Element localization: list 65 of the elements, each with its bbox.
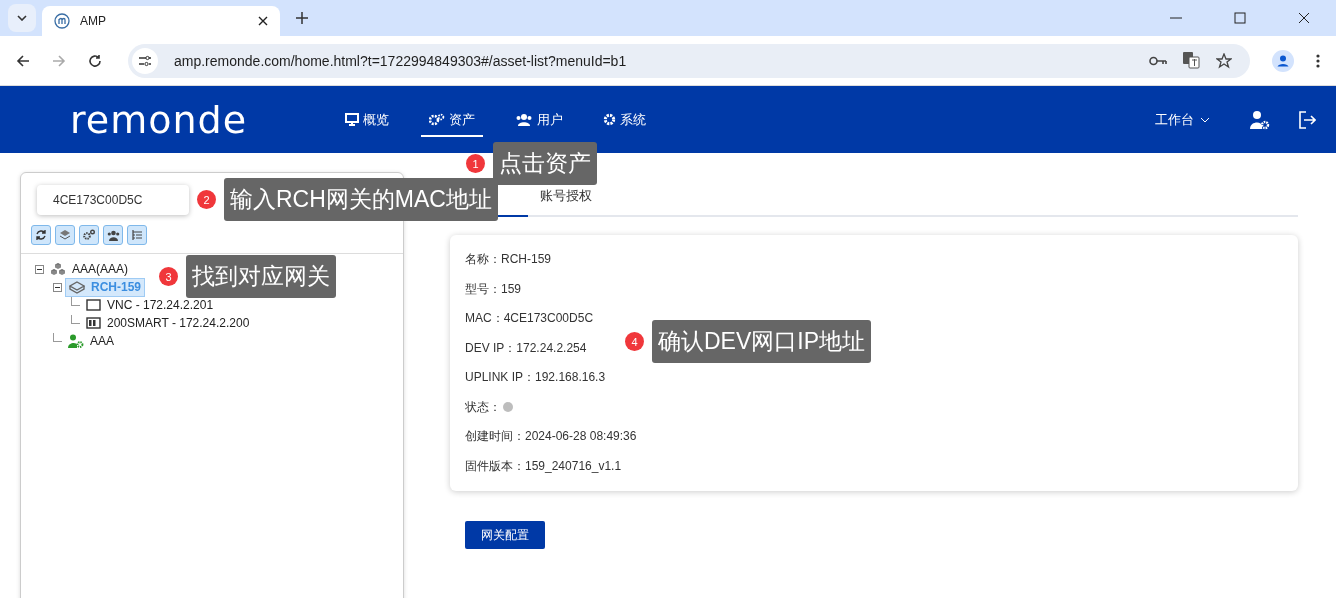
- user-settings-icon[interactable]: [1250, 109, 1270, 130]
- maximize-icon[interactable]: [1234, 12, 1246, 24]
- users-icon: [515, 113, 534, 126]
- detail-text: UPLINK IP：192.168.16.3: [465, 369, 606, 387]
- close-icon[interactable]: [1298, 12, 1310, 24]
- collapse-toggle[interactable]: [53, 282, 62, 292]
- translate-icon[interactable]: [1183, 52, 1200, 69]
- address-bar[interactable]: amp.remonde.com/home.html?t=1722994849303#/asset-list?menuId=b1: [128, 43, 1250, 78]
- user-settings-icon: [68, 334, 84, 348]
- url-text: amp.remonde.com/home.html?t=1722994849303#/asset-list?menuId=b1: [174, 52, 627, 69]
- tree-item[interactable]: AAA(AAA): [47, 260, 131, 278]
- site-settings-icon[interactable]: [132, 47, 158, 74]
- step-badge: 4: [625, 332, 644, 351]
- detail-text: 名称：RCH-159: [465, 251, 551, 269]
- nav-tab[interactable]: 系统: [595, 102, 655, 137]
- tree-item[interactable]: VNC - 172.24.2.201: [83, 296, 217, 314]
- callout-label: 点击资产: [493, 142, 597, 185]
- step-badge: 2: [197, 190, 216, 209]
- new-tab-icon[interactable]: [296, 12, 308, 24]
- tree-item[interactable]: 200SMART - 172.24.2.200: [83, 314, 253, 332]
- menu-icon[interactable]: [1316, 53, 1320, 68]
- gateway-config-button[interactable]: 网关配置: [465, 521, 545, 549]
- detail-label: 状态：: [465, 398, 501, 416]
- screen-icon: [86, 299, 101, 311]
- nav-tab[interactable]: 资产: [421, 102, 484, 137]
- key-icon[interactable]: [1149, 55, 1167, 66]
- back-icon[interactable]: [16, 53, 30, 68]
- cube-icon: [69, 280, 85, 294]
- gear-icon: [603, 113, 617, 126]
- tab-list-button[interactable]: [8, 4, 36, 32]
- tab[interactable]: 账号授权: [540, 187, 592, 217]
- gears-icon: [429, 113, 446, 126]
- reload-icon[interactable]: [88, 53, 102, 68]
- refresh-icon[interactable]: [31, 225, 51, 245]
- tree-item[interactable]: AAA: [65, 332, 117, 350]
- logo[interactable]: remonde: [70, 97, 248, 142]
- profile-icon[interactable]: [1272, 49, 1294, 72]
- close-icon[interactable]: [258, 16, 268, 26]
- plc-icon: [86, 317, 101, 329]
- nav-tab[interactable]: 概览: [337, 102, 398, 137]
- callout-label: 找到对应网关: [186, 255, 336, 298]
- detail-text: DEV IP：172.24.2.254: [465, 339, 587, 357]
- search-field[interactable]: 4CE173C00D5C: [37, 185, 189, 215]
- browser-tab[interactable]: AMP: [42, 6, 280, 36]
- tab-title: AMP: [80, 14, 107, 28]
- detail-text: 创建时间：2024-06-28 08:49:36: [465, 428, 637, 446]
- step-badge: 3: [159, 267, 178, 286]
- gears-icon[interactable]: [79, 225, 99, 245]
- collapse-toggle[interactable]: [35, 264, 44, 274]
- star-icon[interactable]: [1216, 52, 1232, 69]
- callout-label: 确认DEV网口IP地址: [652, 320, 872, 363]
- detail-text: MAC：4CE173C00D5C: [465, 310, 594, 328]
- nav-tab[interactable]: 用户: [507, 102, 572, 137]
- caret-icon: [1200, 116, 1210, 123]
- logout-icon[interactable]: [1298, 110, 1316, 129]
- detail-text: 固件版本：159_240716_v1.1: [465, 457, 622, 475]
- site-logo-icon: [54, 13, 70, 29]
- monitor-icon: [345, 113, 360, 126]
- cubes-icon: [50, 262, 66, 276]
- step-badge: 1: [466, 154, 485, 173]
- chevron-down-icon: [17, 15, 27, 21]
- callout-label: 输入RCH网关的MAC地址: [224, 178, 498, 221]
- workspace-dropdown[interactable]: 工作台: [1155, 110, 1210, 129]
- detail-text: 型号：159: [465, 280, 522, 298]
- users-icon[interactable]: [103, 225, 123, 245]
